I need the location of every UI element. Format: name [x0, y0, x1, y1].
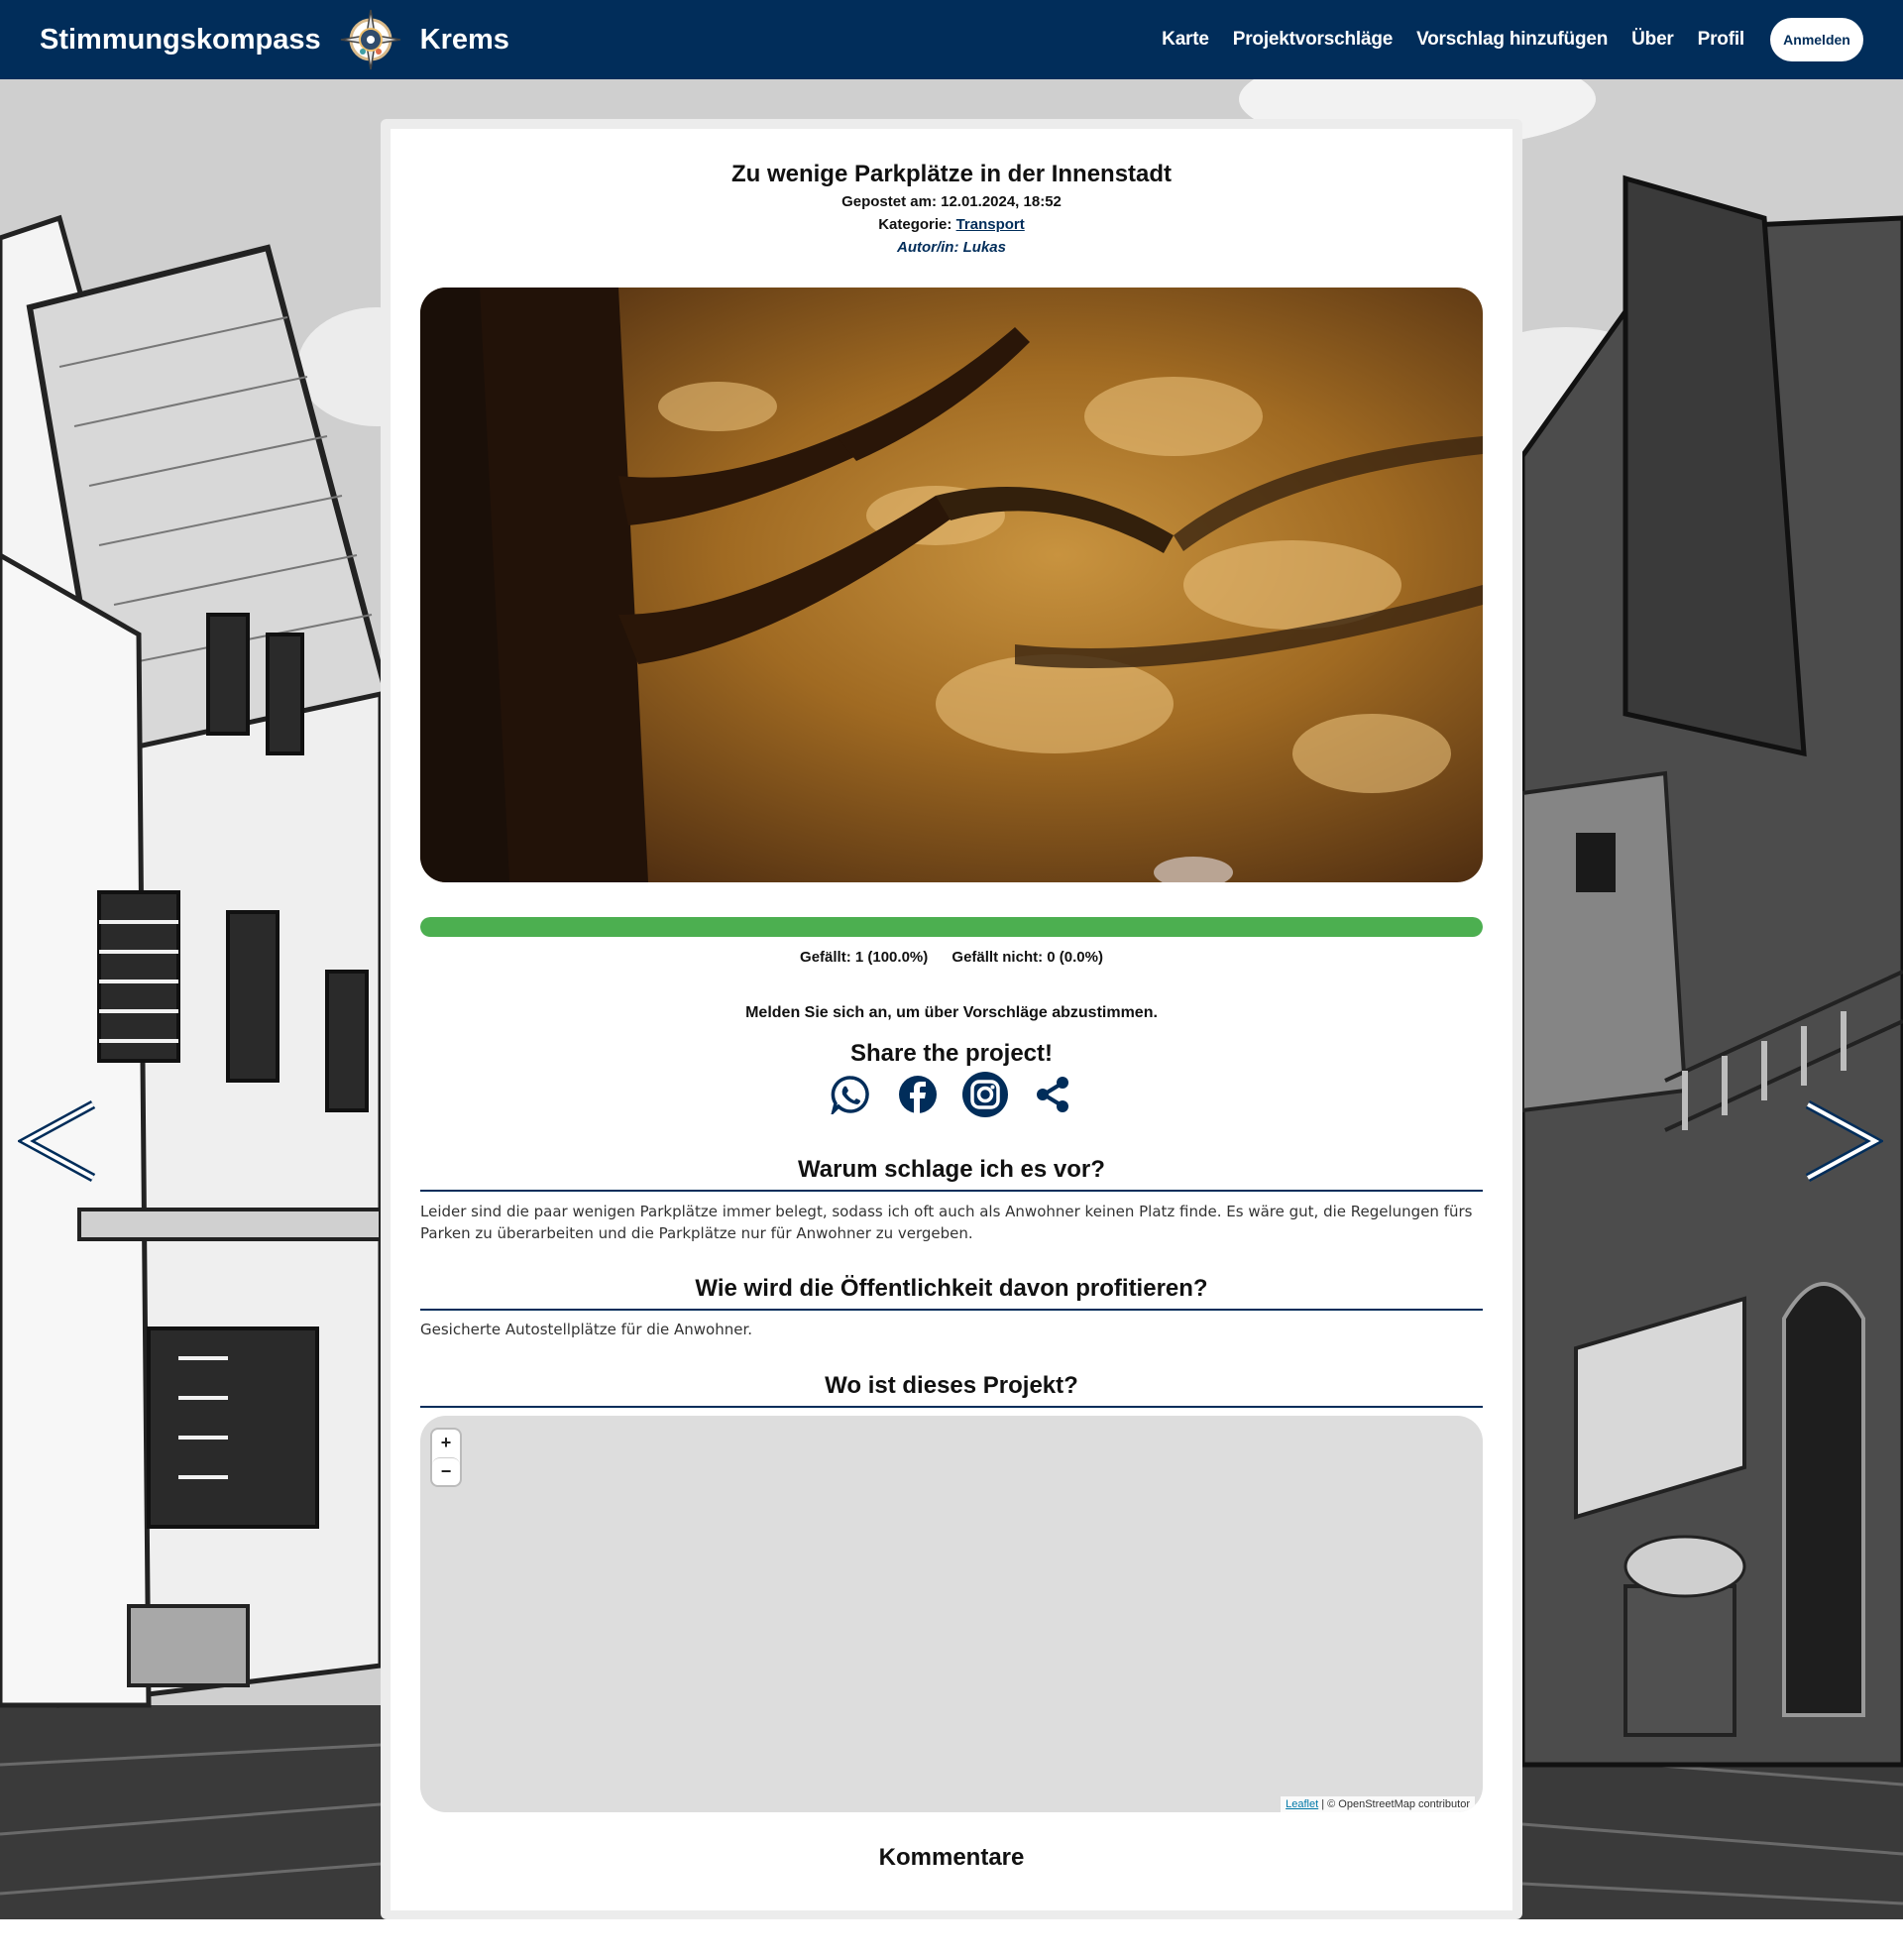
vote-progress-bar	[420, 917, 1483, 937]
author-line: Autor/in: Lukas	[896, 239, 1006, 256]
osm-attribution: | © OpenStreetMap contributor	[1321, 1798, 1470, 1810]
nav-about[interactable]: Über	[1631, 29, 1674, 51]
login-button[interactable]: Anmelden	[1770, 18, 1863, 61]
map-attribution: Leaflet | © OpenStreetMap contributor	[1281, 1796, 1475, 1812]
top-navbar: Stimmungskompass Krems Karte Projektvors…	[0, 0, 1903, 79]
whatsapp-icon[interactable]	[827, 1071, 874, 1118]
chevron-left-icon	[16, 1100, 96, 1182]
share-title: Share the project!	[849, 1040, 1054, 1067]
benefit-section-body: Gesicherte Autostellplätze für die Anwoh…	[420, 1321, 753, 1338]
why-section-title: Warum schlage ich es vor?	[420, 1156, 1483, 1192]
share-buttons	[420, 1071, 1483, 1118]
share-icon[interactable]	[1029, 1071, 1076, 1118]
posted-date: Gepostet am: 12.01.2024, 18:52	[841, 193, 1062, 210]
proposal-card: Zu wenige Parkplätze in der Innenstadt G…	[391, 129, 1512, 1910]
comments-title: Kommentare	[878, 1844, 1025, 1871]
vote-stats: Gefällt: 1 (100.0%) Gefällt nicht: 0 (0.…	[420, 949, 1483, 966]
brand-name: Stimmungskompass	[40, 23, 321, 56]
facebook-icon[interactable]	[894, 1071, 942, 1118]
compass-logo-icon	[339, 8, 402, 71]
location-map[interactable]: + − Leaflet | © OpenStreetMap contributo…	[420, 1416, 1483, 1812]
main-nav: Karte Projektvorschläge Vorschlag hinzuf…	[1138, 18, 1863, 61]
category-line: Kategorie: Transport	[391, 216, 1512, 234]
proposal-title: Zu wenige Parkplätze in der Innenstadt	[730, 161, 1173, 187]
nav-proposals[interactable]: Projektvorschläge	[1233, 29, 1394, 51]
benefit-section-title: Wie wird die Öffentlichkeit davon profit…	[420, 1275, 1483, 1311]
zoom-in-button[interactable]: +	[432, 1430, 460, 1457]
instagram-icon[interactable]	[961, 1071, 1009, 1118]
login-to-vote-note: Melden Sie sich an, um über Vorschläge a…	[745, 1004, 1158, 1021]
map-zoom-control: + −	[430, 1428, 462, 1487]
proposal-image	[420, 288, 1483, 882]
zoom-out-button[interactable]: −	[432, 1456, 460, 1485]
why-section-body: Leider sind die paar wenigen Parkplätze …	[420, 1203, 1473, 1242]
nav-profile[interactable]: Profil	[1698, 29, 1745, 51]
nav-map[interactable]: Karte	[1162, 29, 1209, 51]
brand[interactable]: Stimmungskompass Krems	[40, 8, 509, 71]
category-link[interactable]: Transport	[956, 216, 1025, 233]
chevron-right-icon	[1805, 1100, 1885, 1182]
next-proposal-arrow[interactable]	[1804, 1100, 1885, 1182]
brand-city: Krems	[419, 23, 509, 56]
location-section-title: Wo ist dieses Projekt?	[420, 1372, 1483, 1408]
nav-add-proposal[interactable]: Vorschlag hinzufügen	[1416, 29, 1608, 51]
likes-count: Gefällt: 1 (100.0%)	[800, 949, 929, 966]
dislikes-count: Gefällt nicht: 0 (0.0%)	[952, 949, 1103, 966]
previous-proposal-arrow[interactable]	[16, 1100, 97, 1182]
leaflet-link[interactable]: Leaflet	[1286, 1798, 1318, 1810]
category-label: Kategorie:	[878, 216, 952, 233]
vote-progress-fill	[420, 917, 1483, 937]
